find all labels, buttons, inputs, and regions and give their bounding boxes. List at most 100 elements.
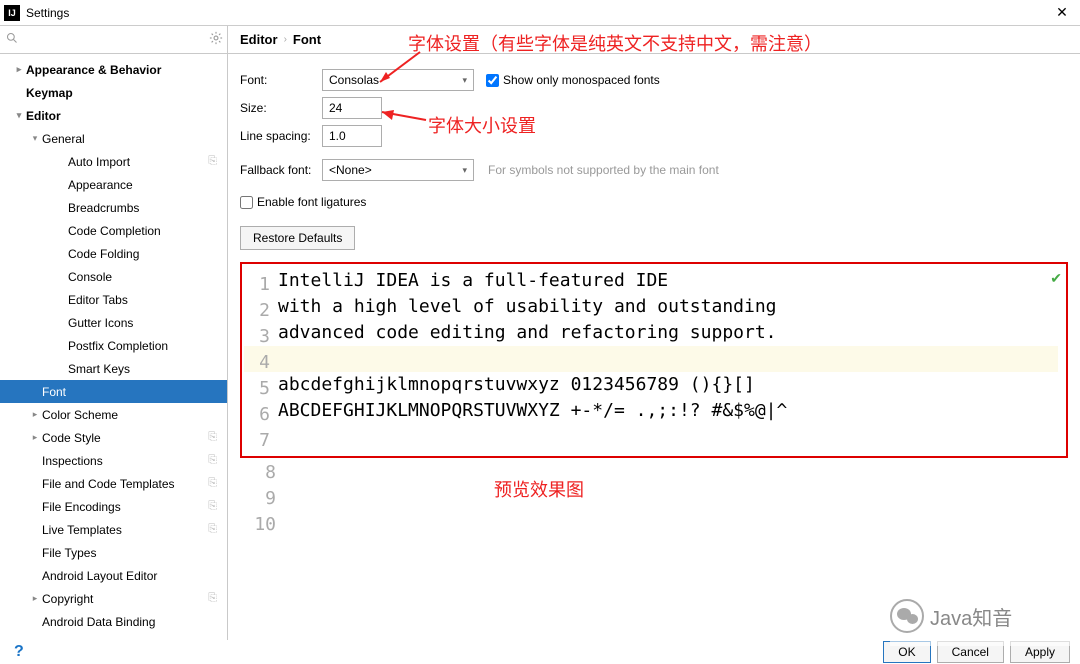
chevron-right-icon: ▸ [28,593,42,604]
sidebar-item-label: Keymap [26,86,227,100]
breadcrumb-a: Editor [240,32,278,47]
sidebar-item[interactable]: File Encodings⎘ [0,495,227,518]
project-scope-icon: ⎘ [208,155,217,168]
sidebar-item[interactable]: Code Completion [0,219,227,242]
titlebar: IJ Settings ✕ [0,0,1080,26]
project-scope-icon: ⎘ [208,431,217,444]
sidebar-item[interactable]: Gutter Icons [0,311,227,334]
ligatures-label: Enable font ligatures [257,195,366,209]
chevron-down-icon: ▾ [12,110,26,121]
chevron-right-icon: › [284,34,287,45]
project-scope-icon: ⎘ [208,454,217,467]
project-scope-icon: ⎘ [208,523,217,536]
sidebar-item[interactable]: Breadcrumbs [0,196,227,219]
apply-button[interactable]: Apply [1010,641,1070,663]
sidebar-item-label: Inspections [42,454,208,468]
sidebar-item-label: Editor [26,109,227,123]
fallback-label: Fallback font: [240,163,322,177]
sidebar-item[interactable]: File and Code Templates⎘ [0,472,227,495]
sidebar-item[interactable]: ▸Code Style⎘ [0,426,227,449]
sidebar-item[interactable]: Inspections⎘ [0,449,227,472]
sidebar-item[interactable]: File Types [0,541,227,564]
ligatures-checkbox[interactable]: Enable font ligatures [240,195,366,209]
sidebar-item-label: Code Folding [68,247,227,261]
content-pane: Editor › Font Font: Consolas ▾ Show only… [228,26,1080,640]
sidebar: ▸Appearance & BehaviorKeymap▾Editor▾Gene… [0,26,228,640]
sidebar-item[interactable]: Font [0,380,227,403]
sidebar-item-label: Editor Tabs [68,293,227,307]
cancel-button[interactable]: Cancel [937,641,1004,663]
sidebar-item-label: General [42,132,227,146]
gear-icon[interactable] [209,31,223,48]
sidebar-item[interactable]: Editor Tabs [0,288,227,311]
window-title: Settings [26,6,69,20]
sidebar-item[interactable]: ▸Color Scheme [0,403,227,426]
sidebar-item-label: Android Data Binding [42,615,227,629]
sidebar-item[interactable]: Code Folding [0,242,227,265]
chevron-down-icon: ▾ [462,75,467,86]
spacing-input[interactable] [322,125,382,147]
sidebar-item[interactable]: ▸Appearance & Behavior [0,58,227,81]
sidebar-item-label: File and Code Templates [42,477,208,491]
chevron-right-icon: ▸ [28,409,42,420]
sidebar-item-label: Smart Keys [68,362,227,376]
sidebar-item[interactable]: Keymap [0,81,227,104]
font-combo[interactable]: Consolas ▾ [322,69,474,91]
chevron-down-icon: ▾ [28,133,42,144]
sidebar-item[interactable]: Android Data Binding [0,610,227,633]
sidebar-item[interactable]: Smart Keys [0,357,227,380]
restore-defaults-button[interactable]: Restore Defaults [240,226,355,250]
search-icon [6,32,18,47]
sidebar-item-label: Android Layout Editor [42,569,227,583]
spacing-label: Line spacing: [240,129,322,143]
sidebar-item-label: Color Scheme [42,408,227,422]
sidebar-item-label: Gutter Icons [68,316,227,330]
font-form: Font: Consolas ▾ Show only monospaced fo… [228,54,1080,256]
chevron-down-icon: ▾ [462,165,467,176]
sidebar-item[interactable]: ▾General [0,127,227,150]
sidebar-item-label: Live Templates [42,523,208,537]
breadcrumb: Editor › Font [228,26,1080,54]
sidebar-item-label: Copyright [42,592,208,606]
fallback-combo[interactable]: <None> ▾ [322,159,474,181]
sidebar-item-label: Console [68,270,227,284]
gutter-extra: 8910 [254,460,1068,538]
sidebar-item[interactable]: Live Templates⎘ [0,518,227,541]
sidebar-item[interactable]: Android Layout Editor [0,564,227,587]
sidebar-item-label: Code Style [42,431,208,445]
gutter: 1234567 [248,272,270,454]
sidebar-item-label: Appearance [68,178,227,192]
font-value: Consolas [329,73,379,87]
sidebar-item[interactable]: Auto Import⎘ [0,150,227,173]
mono-checkbox-input[interactable] [486,74,499,87]
search-row [0,26,227,54]
chevron-right-icon: ▸ [28,432,42,443]
ligatures-checkbox-input[interactable] [240,196,253,209]
fallback-value: <None> [329,163,372,177]
sidebar-item[interactable]: Postfix Completion [0,334,227,357]
chevron-right-icon: ▸ [12,64,26,75]
sidebar-item[interactable]: Appearance [0,173,227,196]
sidebar-item[interactable]: ▸Copyright⎘ [0,587,227,610]
sidebar-item-label: Code Completion [68,224,227,238]
sidebar-item-label: Breadcrumbs [68,201,227,215]
sidebar-item[interactable]: Console [0,265,227,288]
app-icon: IJ [4,5,20,21]
mono-checkbox[interactable]: Show only monospaced fonts [486,73,660,87]
size-input[interactable] [322,97,382,119]
check-icon: ✔ [1050,270,1062,287]
project-scope-icon: ⎘ [208,592,217,605]
sidebar-item-label: Font [42,385,227,399]
preview-text: IntelliJ IDEA is a full-featured IDE wit… [278,268,1058,450]
sidebar-item-label: Postfix Completion [68,339,227,353]
sidebar-item-label: Appearance & Behavior [26,63,227,77]
sidebar-item[interactable]: ▾Editor [0,104,227,127]
sidebar-item-label: File Types [42,546,227,560]
help-icon[interactable]: ? [14,643,24,661]
close-icon[interactable]: ✕ [1052,2,1072,22]
ok-button[interactable]: OK [883,641,930,663]
settings-tree: ▸Appearance & BehaviorKeymap▾Editor▾Gene… [0,54,227,640]
sidebar-item-label: Auto Import [68,155,208,169]
search-input[interactable] [22,33,205,47]
project-scope-icon: ⎘ [208,500,217,513]
